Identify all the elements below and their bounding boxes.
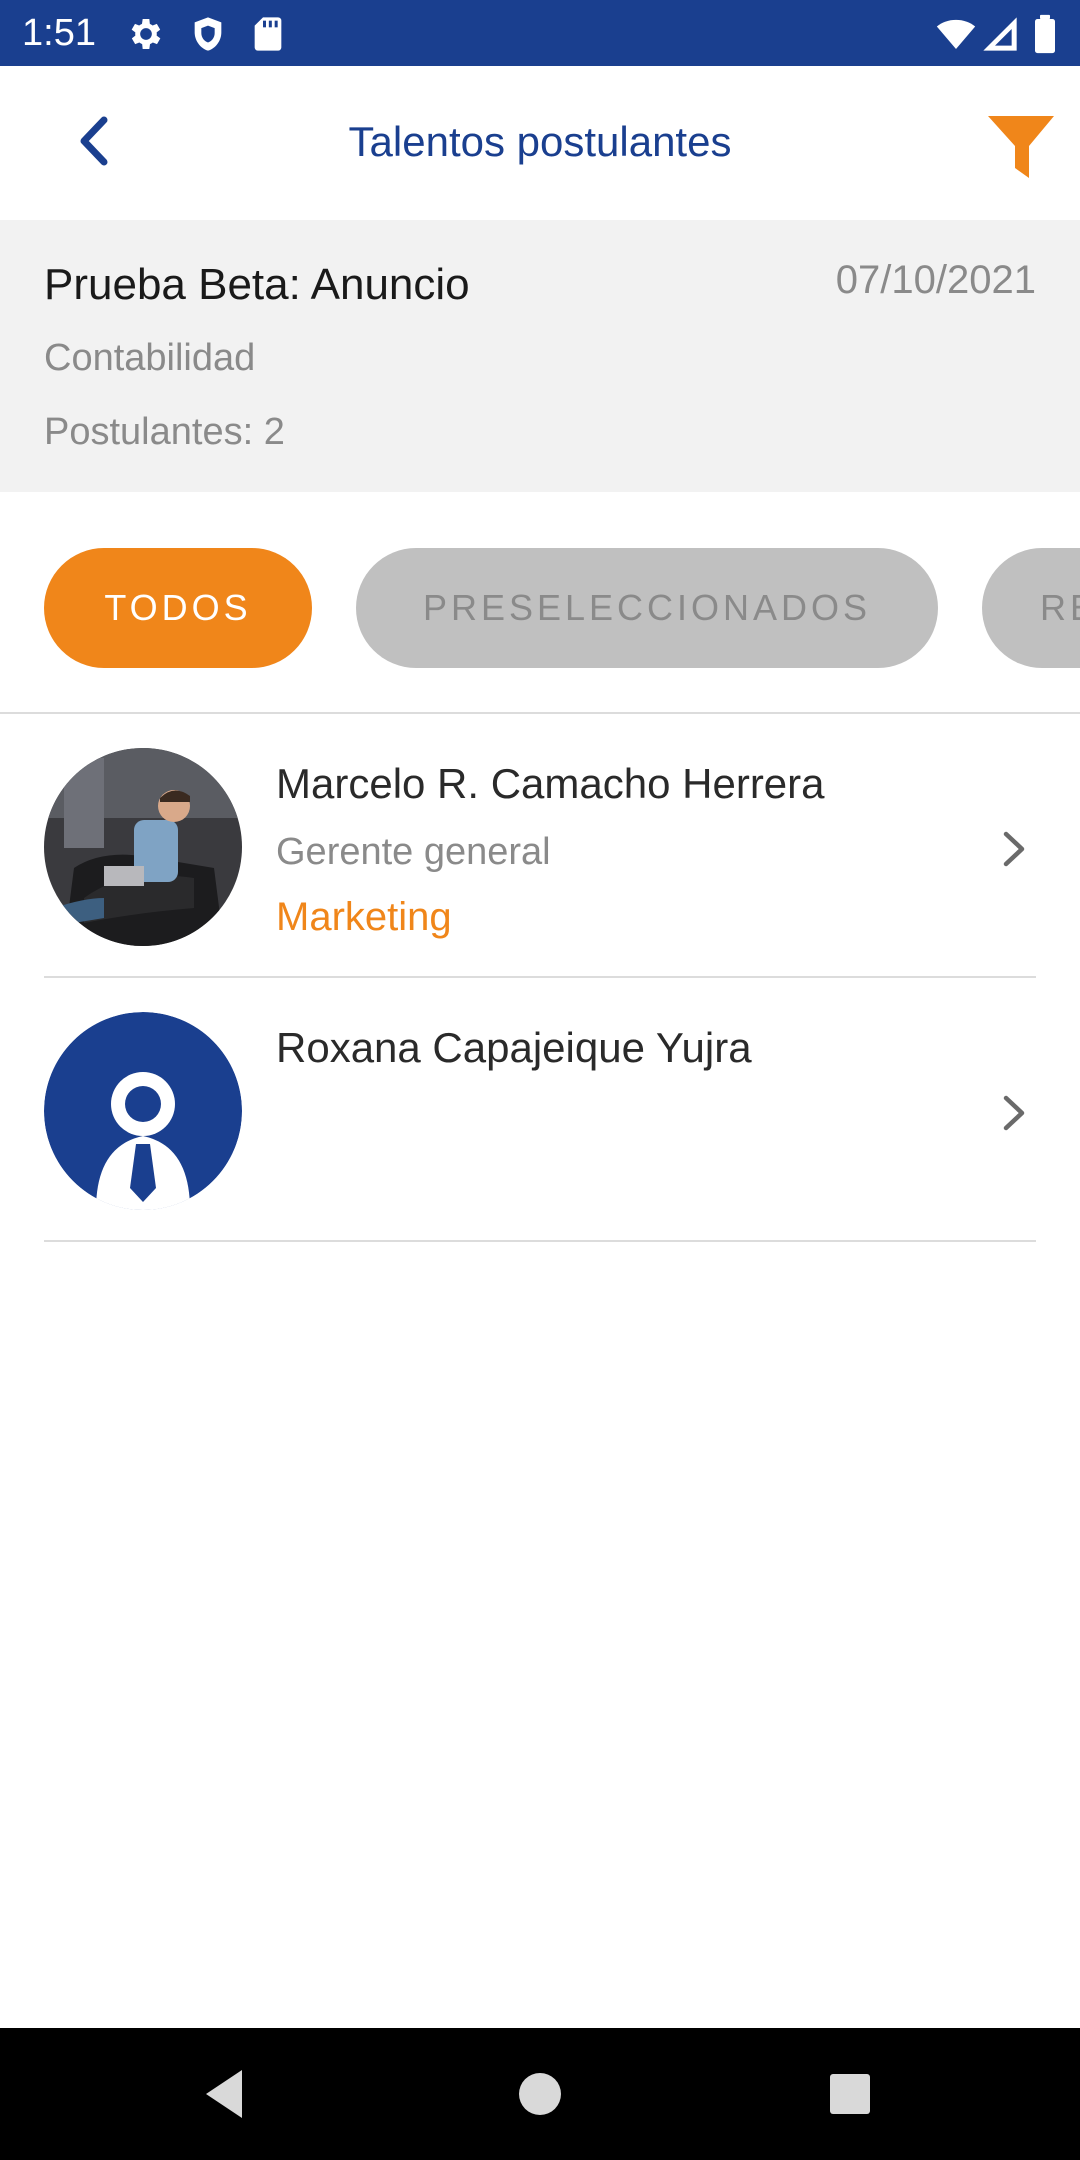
tab-preseleccionados[interactable]: PRESELECCIONADOS bbox=[356, 548, 938, 668]
filter-icon[interactable] bbox=[984, 110, 1058, 184]
system-nav-bar bbox=[0, 2028, 1080, 2160]
row-divider bbox=[44, 1240, 1036, 1242]
job-summary-card: Prueba Beta: Anuncio 07/10/2021 Contabil… bbox=[0, 220, 1080, 492]
tab-todos[interactable]: TODOS bbox=[44, 548, 312, 668]
job-date: 07/10/2021 bbox=[835, 258, 1036, 302]
candidate-role: Gerente general bbox=[276, 831, 551, 873]
candidate-name: Roxana Capajeique Yujra bbox=[276, 1024, 752, 1071]
tab-partial[interactable]: RE bbox=[982, 548, 1080, 668]
signal-icon bbox=[983, 17, 1017, 51]
job-title: Prueba Beta: Anuncio bbox=[44, 260, 470, 309]
recents-square-icon[interactable] bbox=[820, 2064, 880, 2124]
chevron-right-icon bbox=[1003, 1095, 1025, 1131]
battery-icon bbox=[1035, 14, 1055, 54]
default-user-icon bbox=[44, 1012, 242, 1210]
applicants-count: Postulantes: 2 bbox=[44, 411, 285, 453]
shield-icon bbox=[194, 17, 222, 51]
wifi-icon bbox=[936, 19, 976, 49]
chevron-right-icon bbox=[1003, 831, 1025, 867]
job-area: Contabilidad bbox=[44, 337, 256, 379]
candidate-row[interactable]: Roxana Capajeique Yujra bbox=[44, 978, 1036, 1242]
candidate-name: Marcelo R. Camacho Herrera bbox=[276, 760, 825, 807]
app-bar: Talentos postulantes bbox=[0, 66, 1080, 220]
back-triangle-icon[interactable] bbox=[196, 2064, 256, 2124]
candidate-department: Marketing bbox=[276, 895, 452, 939]
candidate-row[interactable]: Marcelo R. Camacho Herrera Gerente gener… bbox=[44, 714, 1036, 978]
candidate-avatar-photo bbox=[44, 748, 242, 946]
sd-card-icon bbox=[254, 17, 282, 51]
status-time: 1:51 bbox=[22, 12, 96, 54]
filter-tabs: TODOS PRESELECCIONADOS RE bbox=[0, 492, 1080, 712]
page-title: Talentos postulantes bbox=[348, 118, 732, 165]
status-bar: 1:51 bbox=[0, 0, 1080, 66]
home-circle-icon[interactable] bbox=[510, 2064, 570, 2124]
settings-icon bbox=[131, 19, 161, 49]
